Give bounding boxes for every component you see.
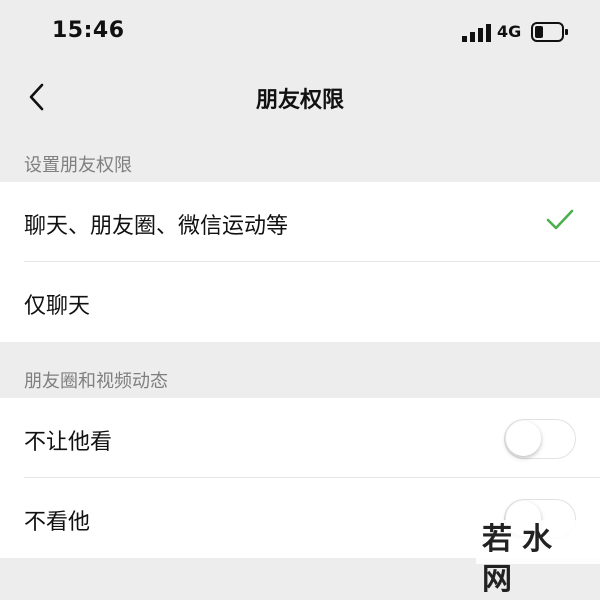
network-type: 4G — [497, 22, 522, 41]
option-chat-only[interactable]: 仅聊天 — [0, 262, 600, 342]
nav-bar: 朋友权限 — [0, 66, 600, 128]
toggle-knob — [506, 421, 541, 456]
hide-my-posts-toggle[interactable] — [504, 419, 576, 459]
status-time: 15:46 — [52, 18, 125, 43]
section-header-friend-permission: 设置朋友权限 — [24, 155, 132, 176]
option-label: 仅聊天 — [24, 294, 91, 319]
option-label: 聊天、朋友圈、微信运动等 — [24, 214, 289, 239]
option-chat-moments-werun[interactable]: 聊天、朋友圈、微信运动等 — [0, 182, 600, 262]
battery-low-icon — [531, 22, 568, 42]
checkmark-icon — [546, 209, 574, 230]
setting-label: 不看他 — [24, 510, 91, 535]
section-header-moments-video: 朋友圈和视频动态 — [24, 371, 168, 392]
page-title: 朋友权限 — [255, 88, 344, 113]
status-bar: 15:46 4G — [0, 0, 600, 66]
setting-hide-my-posts: 不让他看 — [0, 398, 600, 478]
setting-label: 不让他看 — [24, 430, 113, 455]
signal-bars-icon — [462, 24, 491, 42]
watermark-logo: 若水网 — [476, 520, 600, 597]
